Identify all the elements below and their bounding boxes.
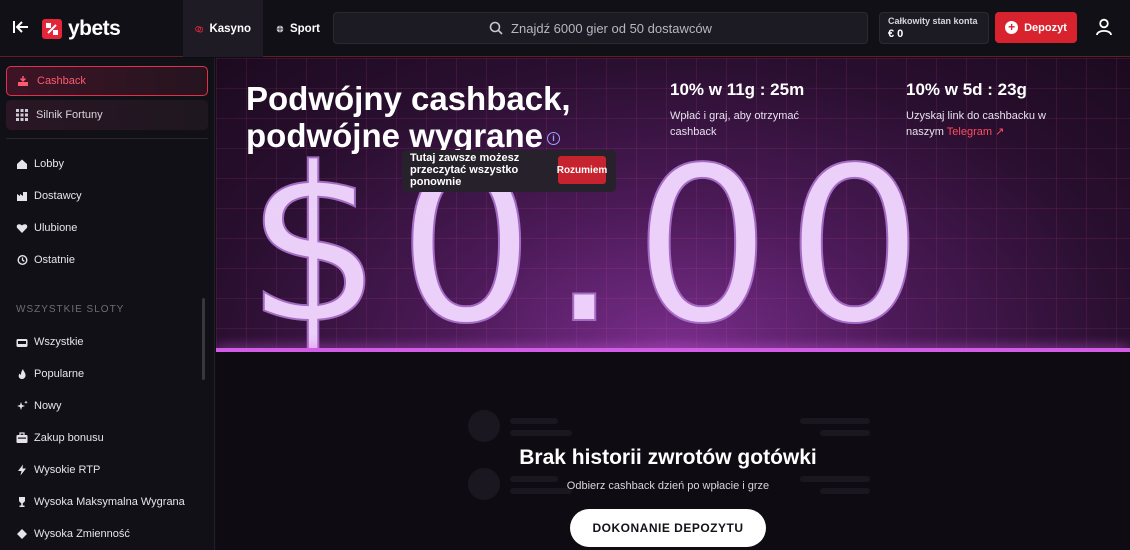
sidebar-item-label: Zakup bonusu [34,432,104,444]
hero-horizon-line [216,348,1130,352]
history-icon [17,254,28,266]
user-icon[interactable] [1094,17,1114,37]
stat-title: 10% w 5d : 23g [906,80,1027,99]
trophy-icon [19,497,25,507]
sidebar-scrollbar[interactable] [202,298,205,380]
hero-title: Podwójny cashback, podwójne wygrane i [246,80,626,154]
hero-title-line1: Podwójny cashback, [246,80,571,117]
main-content: $0.00 Podwójny cashback, podwójne wygran… [216,58,1130,550]
sidebar-item-ulubione[interactable]: Ulubione [16,222,77,234]
sidebar-item-label: Lobby [34,158,64,170]
fire-icon [18,369,26,379]
grid-icon [16,109,28,121]
tab-kasyno-label: Kasyno [209,22,251,35]
sidebar-item-wszystkie[interactable]: Wszystkie [16,336,84,348]
collapse-sidebar-icon[interactable] [12,18,30,36]
sidebar-item-label: Cashback [37,75,86,87]
cashback-stat-2: 10% w 5d : 23g Uzyskaj link do cashbacku… [906,80,1066,140]
lightning-icon [18,464,26,476]
search-icon [489,21,503,35]
stat-description: Uzyskaj link do cashbacku w naszym Teleg… [906,108,1066,140]
sidebar-item-label: Ulubione [34,222,78,234]
balance-value: € 0 [888,28,904,40]
telegram-link-label: Telegram [946,126,993,138]
deposit-label: Depozyt [1024,21,1067,34]
bonus-icon [16,432,28,443]
info-tooltip: Tutaj zawsze możesz przeczytać wszystko … [402,150,616,192]
casino-chips-icon [195,25,204,32]
home-icon [17,159,27,169]
slot-machine-icon [16,339,28,347]
stat-description: Wpłać i graj, aby otrzymać cashback [670,110,799,138]
skeleton-line [820,430,870,436]
telegram-link[interactable]: Telegram ↗ [947,126,1005,138]
sidebar-item-label: Silnik Fortuny [36,109,103,121]
hero-title-line2: podwójne wygrane [246,117,544,154]
balance-box[interactable]: Całkowity stan konta € 0 [879,12,989,44]
sidebar-divider [6,138,208,139]
plus-icon: + [1005,21,1019,34]
empty-state-subtitle: Odbierz cashback dzień po wpłacie i grze [566,480,770,492]
tab-sport-label: Sport [289,22,320,35]
sidebar-item-label: Popularne [34,368,85,380]
cashback-hero: $0.00 Podwójny cashback, podwójne wygran… [216,58,1130,352]
stat-title: 10% w 11g : 25m [670,80,805,99]
external-link-icon: ↗ [995,126,1005,138]
sidebar-item-label: Wysoka Maksymalna Wygrana [34,496,185,508]
providers-icon [17,192,27,201]
sidebar-item-lobby[interactable]: Lobby [16,158,64,170]
sidebar-item-cashback[interactable]: Cashback [6,66,208,96]
search-placeholder: Znajdź 6000 gier od 50 dostawców [511,20,712,36]
sidebar-item-silnik-fortuny[interactable]: Silnik Fortuny [6,100,208,130]
tooltip-text: Tutaj zawsze możesz przeczytać wszystko … [410,152,520,188]
logo-text: ybets [68,17,121,40]
logo[interactable]: ybets [42,17,121,41]
sparkle-icon [17,400,28,410]
sidebar-item-ostatnie[interactable]: Ostatnie [16,254,75,266]
sidebar-item-wysoka-maksymalna-wygrana[interactable]: Wysoka Maksymalna Wygrana [16,496,185,508]
sidebar-item-zakup-bonusu[interactable]: Zakup bonusu [16,432,104,444]
top-bar: ybets Kasyno Sport Znajdź 6000 gier od 5… [0,0,1130,57]
sidebar-item-nowy[interactable]: Nowy [16,400,62,412]
sidebar-item-label: Wysoka Zmienność [34,528,130,540]
tooltip-dismiss-button[interactable]: Rozumiem [557,156,607,184]
sidebar-item-label: Wszystkie [34,336,84,348]
sidebar-item-wysokie-rtp[interactable]: Wysokie RTP [16,464,100,476]
sidebar-section-heading: WSZYSTKIE SLOTY [16,304,125,315]
sidebar-item-dostawcy[interactable]: Dostawcy [16,190,82,202]
empty-state-title: Brak historii zwrotów gotówki [519,446,817,469]
ball-icon [276,25,284,32]
tab-kasyno[interactable]: Kasyno [183,0,263,57]
sidebar-item-label: Dostawcy [34,190,82,202]
sidebar-item-label: Wysokie RTP [34,464,101,476]
cashback-stat-1: 10% w 11g : 25m Wpłać i graj, aby otrzym… [670,80,830,140]
skeleton-line [510,430,572,436]
sidebar-item-label: Ostatnie [34,254,75,266]
sidebar: Cashback Silnik Fortuny Lobby Dostawcy U… [0,58,215,550]
make-deposit-button[interactable]: DOKONANIE DEPOZYTU [570,509,766,547]
skeleton-line [800,418,870,424]
sidebar-item-label: Nowy [34,400,62,412]
deposit-button[interactable]: + Depozyt [995,12,1077,43]
skeleton-line [510,418,558,424]
heart-icon [16,224,28,233]
sidebar-item-popularne[interactable]: Popularne [16,368,84,380]
skeleton-avatar [468,410,500,442]
info-icon[interactable]: i [547,131,561,145]
tab-sport[interactable]: Sport [264,0,332,57]
sidebar-item-wysoka-zmiennosc[interactable]: Wysoka Zmienność [16,528,130,540]
balance-label: Całkowity stan konta [888,16,978,26]
cashback-icon [18,76,28,86]
logo-mark-icon [42,19,62,39]
volatility-icon [17,529,27,539]
search-input[interactable]: Znajdź 6000 gier od 50 dostawców [333,12,868,44]
